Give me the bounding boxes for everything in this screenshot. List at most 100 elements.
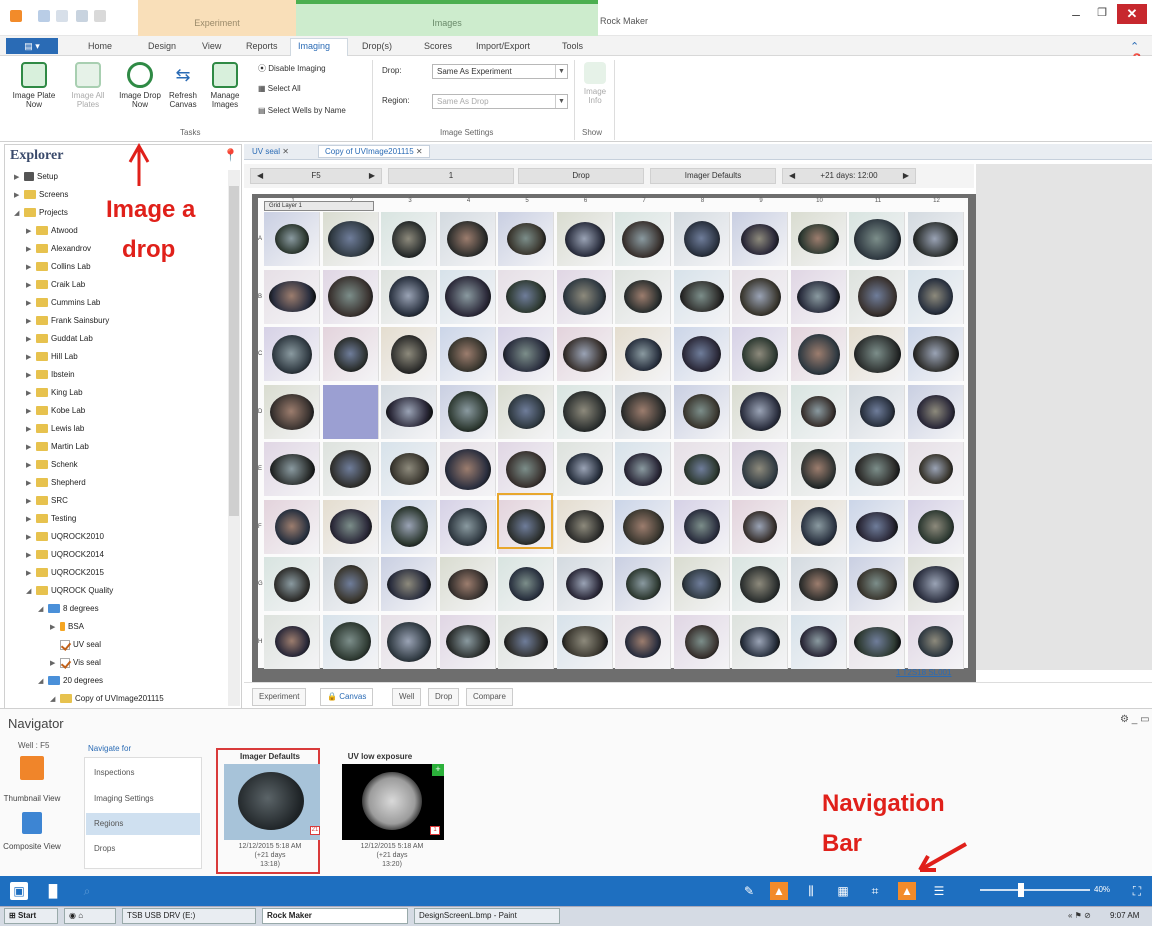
fit-to-window-icon[interactable]: ⛶ — [1128, 882, 1146, 900]
expand-icon[interactable]: ▶ — [26, 551, 36, 559]
plate-well[interactable] — [849, 327, 905, 381]
image-drop-now-button[interactable]: Image Drop Now — [114, 62, 166, 109]
expand-icon[interactable]: ▶ — [26, 335, 36, 343]
taskbar-item-rock-maker[interactable]: Rock Maker — [262, 908, 408, 924]
plate-well[interactable] — [849, 614, 905, 669]
drop-view-button[interactable]: Drop — [518, 168, 644, 184]
plate-well[interactable] — [556, 442, 613, 496]
plate-well[interactable] — [790, 212, 847, 266]
tab-home[interactable]: Home — [88, 41, 112, 51]
image-plate-now-button[interactable]: Image Plate Now — [8, 62, 60, 109]
close-button[interactable]: ✕ — [1117, 4, 1147, 24]
collapse-icon[interactable]: ◢ — [38, 677, 48, 685]
expand-icon[interactable]: ▶ — [26, 245, 36, 253]
expand-icon[interactable]: ▶ — [26, 461, 36, 469]
composite-view-label[interactable]: Composite View — [0, 842, 67, 851]
tab-design[interactable]: Design — [148, 41, 176, 51]
plate-well[interactable] — [849, 499, 905, 554]
list-view-icon[interactable]: ☰ — [930, 882, 948, 900]
doc-tab-copy-uvimage[interactable]: Copy of UVImage201115 ✕ — [318, 145, 430, 158]
taskbar-item-paint[interactable]: DesignScreenL.bmp - Paint — [414, 908, 560, 924]
expand-icon[interactable]: ▶ — [26, 281, 36, 289]
tab-scores[interactable]: Scores — [424, 41, 452, 51]
tree-node[interactable]: ▶ King Lab — [14, 388, 83, 405]
plate-well[interactable] — [790, 614, 847, 669]
plate-well[interactable] — [381, 499, 437, 554]
nav-item-imaging-settings[interactable]: Imaging Settings — [86, 788, 200, 810]
expand-icon[interactable]: ▶ — [26, 263, 36, 271]
tree-node[interactable]: ▶ SRC — [14, 496, 68, 513]
plate-well[interactable] — [264, 269, 320, 324]
plate-well[interactable] — [556, 327, 613, 381]
restore-button[interactable]: ❐ — [1092, 6, 1112, 22]
tree-node[interactable]: ▶ Setup — [14, 172, 58, 189]
active-view-icon[interactable]: ▲ — [898, 882, 916, 900]
tree-node[interactable]: ▶ Guddat Lab — [14, 334, 93, 351]
tab-tools[interactable]: Tools — [562, 41, 583, 51]
save-icon[interactable] — [38, 10, 50, 22]
quick-launch[interactable]: ◉ ⌂ — [64, 908, 116, 924]
expand-icon[interactable]: ▶ — [26, 479, 36, 487]
plate-well[interactable] — [556, 384, 613, 439]
plate-well[interactable] — [439, 442, 496, 496]
plate-well[interactable] — [907, 442, 964, 496]
plate-well[interactable] — [615, 269, 671, 324]
plate-well[interactable] — [673, 327, 730, 381]
plate-well[interactable] — [849, 212, 905, 266]
drop-setting-select[interactable]: Same As Experiment ▼ — [432, 64, 568, 79]
collapse-icon[interactable]: ◢ — [26, 587, 36, 595]
redo-icon[interactable] — [76, 10, 88, 22]
tree-node[interactable]: ◢ 8 degrees — [14, 604, 99, 621]
plate-well[interactable] — [556, 614, 613, 669]
start-button[interactable]: ⊞ Start — [4, 908, 58, 924]
plate-well[interactable] — [790, 557, 847, 611]
plate-well[interactable] — [381, 212, 437, 266]
composite-view-icon[interactable] — [22, 812, 42, 834]
pen-icon[interactable]: ✎ — [740, 882, 758, 900]
manage-images-button[interactable]: Manage Images — [202, 62, 248, 109]
expand-icon[interactable]: ▶ — [26, 227, 36, 235]
expand-icon[interactable]: ▶ — [26, 497, 36, 505]
plate-well[interactable] — [849, 442, 905, 496]
plate-well[interactable] — [732, 212, 788, 266]
plate-well[interactable] — [615, 212, 671, 266]
tab-canvas[interactable]: 🔒 Canvas — [320, 688, 374, 706]
tray-icons[interactable]: « ⚑ ⊘ — [1068, 911, 1091, 920]
tab-compare[interactable]: Compare — [466, 688, 513, 706]
plate-well[interactable] — [790, 269, 847, 324]
tree-node[interactable]: ▶ Kobe Lab — [14, 406, 85, 423]
zoom-slider-knob[interactable] — [1018, 883, 1024, 897]
plate-well[interactable] — [498, 557, 554, 611]
plate-well[interactable] — [439, 384, 496, 439]
expand-icon[interactable]: ▶ — [26, 317, 36, 325]
plate-well[interactable] — [615, 499, 671, 554]
plate-well[interactable] — [498, 212, 554, 266]
expand-icon[interactable]: ▶ — [14, 173, 24, 181]
expand-icon[interactable]: ▶ — [26, 353, 36, 361]
tree-node[interactable]: ▶ Cummins Lab — [14, 298, 100, 315]
plate-well[interactable] — [439, 269, 496, 324]
plate-well[interactable] — [439, 327, 496, 381]
close-tab-icon[interactable]: ✕ — [282, 147, 289, 156]
tab-reports[interactable]: Reports — [246, 41, 278, 51]
customize-toolbar-icon[interactable] — [94, 10, 106, 22]
tree-node[interactable]: ▶ Vis seal — [14, 658, 101, 675]
search-icon[interactable]: ⌕ — [78, 882, 96, 900]
plate-well[interactable] — [907, 384, 964, 439]
inspection-time-selector[interactable]: ◀ +21 days: 12:00 ▶ — [782, 168, 916, 184]
tree-node[interactable]: ▶ Frank Sainsbury — [14, 316, 109, 333]
expand-icon[interactable]: ▶ — [26, 443, 36, 451]
plate-well[interactable] — [615, 557, 671, 611]
pin-icon[interactable]: 📍 — [223, 148, 238, 162]
tree-node[interactable]: ▶ Martin Lab — [14, 442, 89, 459]
plate-well[interactable] — [322, 384, 379, 439]
plate-well[interactable] — [498, 442, 554, 496]
plate-well[interactable] — [615, 384, 671, 439]
plate-well[interactable] — [732, 614, 788, 669]
plate-well[interactable] — [322, 327, 379, 381]
tree-node[interactable]: ▶ Shepherd — [14, 478, 86, 495]
expand-icon[interactable]: ▶ — [50, 659, 60, 667]
plate-well[interactable] — [498, 327, 554, 381]
image-view-icon[interactable]: ▲ — [770, 882, 788, 900]
plate-well[interactable] — [790, 499, 847, 554]
